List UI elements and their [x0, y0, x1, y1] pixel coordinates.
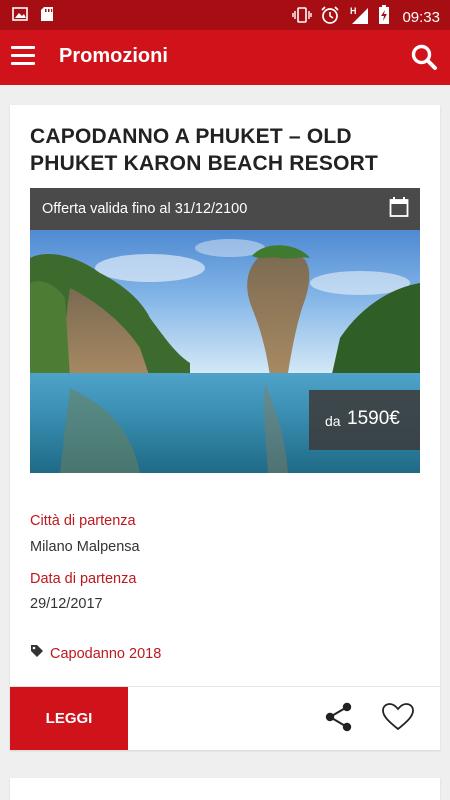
category-tag[interactable]: Capodanno 2018: [30, 644, 161, 663]
alarm-icon: [320, 5, 340, 30]
sd-card-icon: [40, 6, 54, 27]
share-icon[interactable]: [324, 701, 354, 738]
departure-city-value: Milano Malpensa: [30, 539, 140, 555]
offer-validity-text: Offerta valida fino al 31/12/2100: [42, 201, 248, 217]
departure-date-value: 29/12/2017: [30, 596, 103, 612]
calendar-icon: [389, 196, 409, 223]
price-amount: 1590€: [347, 408, 400, 429]
offer-validity-bar: Offerta valida fino al 31/12/2100: [30, 188, 420, 230]
page-title: Promozioni: [59, 45, 168, 67]
promo-image[interactable]: Offerta valida fino al 31/12/2100 da 159…: [30, 188, 420, 473]
price-badge: da 1590€: [309, 390, 420, 450]
price-prefix: da: [325, 413, 341, 429]
vibrate-icon: [292, 6, 313, 29]
battery-charging-icon: [378, 5, 390, 30]
status-bar: H 09:33: [0, 0, 450, 30]
departure-city-label: Città di partenza: [30, 513, 136, 529]
promo-title[interactable]: CAPODANNO A PHUKET – OLD PHUKET KARON BE…: [30, 123, 420, 177]
menu-icon[interactable]: [11, 46, 35, 68]
clock-time: 09:33: [402, 9, 440, 26]
tag-icon: [30, 644, 44, 663]
next-promo-card[interactable]: [10, 778, 440, 800]
read-button[interactable]: LEGGI: [10, 687, 128, 750]
search-icon[interactable]: [410, 43, 438, 71]
app-bar: Promozioni: [0, 30, 450, 85]
signal-icon: H: [348, 5, 370, 30]
image-icon: [12, 6, 28, 27]
favorite-icon[interactable]: [381, 702, 415, 737]
promo-card: CAPODANNO A PHUKET – OLD PHUKET KARON BE…: [10, 105, 440, 750]
departure-date-label: Data di partenza: [30, 571, 137, 587]
tag-label: Capodanno 2018: [50, 645, 162, 662]
svg-text:H: H: [350, 6, 357, 16]
